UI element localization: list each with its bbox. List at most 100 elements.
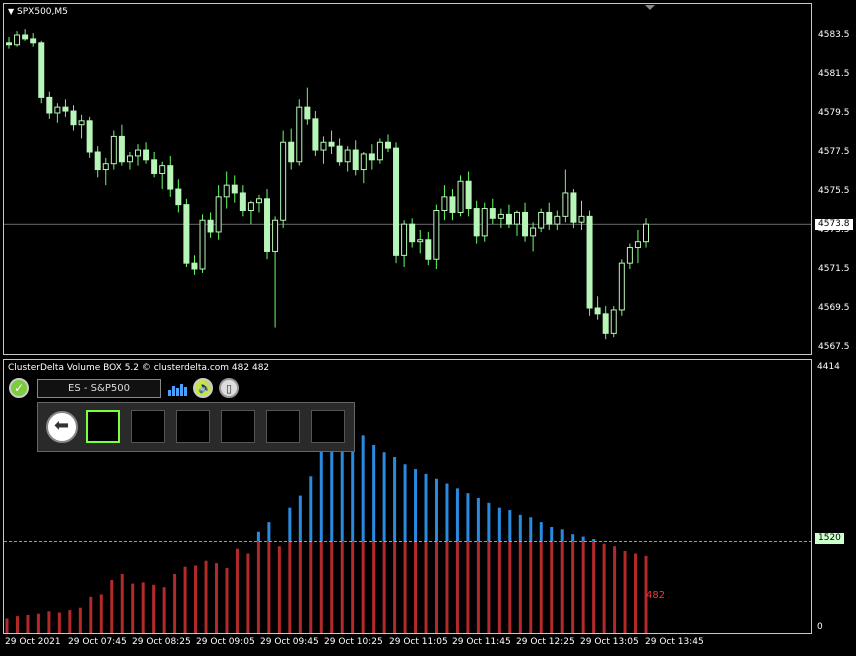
shift-marker-icon bbox=[645, 5, 655, 10]
candle-body bbox=[94, 151, 101, 171]
volume-excess-bar bbox=[424, 473, 428, 542]
volume-bar bbox=[204, 560, 208, 633]
volume-bar bbox=[99, 594, 103, 633]
volume-bar bbox=[560, 541, 564, 633]
price-label: 4581.5 bbox=[818, 69, 850, 79]
mode-cumulative-button[interactable] bbox=[266, 410, 300, 443]
enabled-check-button[interactable]: ✓ bbox=[9, 378, 29, 398]
candle-body bbox=[280, 141, 287, 221]
candle-body bbox=[586, 215, 593, 309]
candle-body bbox=[481, 208, 488, 237]
candle-body bbox=[409, 223, 416, 243]
candle-body bbox=[296, 106, 303, 163]
time-label: 29 Oct 11:45 bbox=[452, 637, 511, 647]
volume-excess-bar bbox=[550, 526, 554, 542]
mode-volume-button[interactable] bbox=[86, 410, 120, 443]
volume-bar bbox=[487, 541, 491, 633]
candle-body bbox=[449, 196, 456, 213]
speaker-icon: 🔊 bbox=[198, 381, 212, 394]
candle-body bbox=[159, 165, 166, 174]
candle-body bbox=[135, 149, 142, 157]
volume-bar bbox=[393, 541, 397, 633]
volume-chart-icon[interactable] bbox=[166, 380, 188, 398]
volume-excess-bar bbox=[539, 522, 543, 542]
volume-bar bbox=[613, 546, 617, 633]
candle-body bbox=[441, 196, 448, 212]
mode-curve-button[interactable] bbox=[221, 410, 255, 443]
candle-body bbox=[634, 241, 641, 249]
mode-positive-button[interactable] bbox=[311, 410, 345, 443]
dropdown-icon[interactable]: ▼ bbox=[8, 7, 14, 16]
volume-bar bbox=[152, 584, 156, 633]
candle-body bbox=[312, 118, 319, 151]
candle-body bbox=[264, 198, 271, 252]
candle-body bbox=[594, 307, 601, 315]
mode-bidask-button[interactable] bbox=[176, 410, 210, 443]
volume-excess-bar bbox=[382, 452, 386, 542]
symbol-box[interactable]: ES - S&P500 bbox=[37, 379, 161, 398]
volume-bar bbox=[256, 541, 260, 633]
candle-body bbox=[207, 219, 214, 233]
candle-body bbox=[513, 211, 520, 225]
volume-bar bbox=[581, 541, 585, 633]
chart-symbol-label[interactable]: ▼ SPX500,M5 bbox=[8, 7, 68, 17]
candle-body bbox=[110, 135, 117, 165]
volume-excess-bar bbox=[445, 483, 449, 542]
candle-body bbox=[46, 96, 53, 114]
time-label: 29 Oct 11:05 bbox=[389, 637, 448, 647]
volume-excess-bar bbox=[518, 514, 522, 542]
candle-body bbox=[554, 215, 561, 225]
candle-body bbox=[304, 106, 311, 120]
volume-bar bbox=[5, 618, 9, 633]
volume-bar bbox=[340, 541, 344, 633]
mode-delta-button[interactable] bbox=[131, 410, 165, 443]
volume-bar bbox=[215, 563, 219, 633]
volume-bar bbox=[414, 541, 418, 633]
candle-body bbox=[433, 210, 440, 260]
phone-button[interactable]: ▯ bbox=[219, 378, 239, 398]
candle-body bbox=[191, 262, 198, 270]
last-volume-label: 482 bbox=[646, 590, 666, 601]
price-label: 4579.5 bbox=[818, 108, 850, 118]
volume-bar bbox=[550, 541, 554, 633]
candle-body bbox=[626, 247, 633, 264]
indicator-scale-top: 4414 bbox=[817, 362, 840, 372]
candle-body bbox=[618, 262, 625, 311]
candle-body bbox=[30, 38, 37, 44]
time-label: 29 Oct 13:45 bbox=[645, 637, 704, 647]
volume-excess-bar bbox=[414, 469, 418, 542]
candle-body bbox=[70, 110, 77, 126]
back-button[interactable]: ⬅ bbox=[46, 411, 78, 443]
volume-bar bbox=[47, 611, 51, 633]
time-label: 29 Oct 09:05 bbox=[196, 637, 255, 647]
volume-excess-bar bbox=[508, 510, 512, 542]
volume-bar bbox=[330, 541, 334, 633]
candle-body bbox=[570, 192, 577, 223]
candle-body bbox=[578, 215, 585, 223]
candle-body bbox=[199, 219, 206, 270]
candle-body bbox=[247, 202, 254, 211]
candle-body bbox=[425, 239, 432, 260]
sound-button[interactable]: 🔊 bbox=[193, 378, 213, 398]
candle-body bbox=[610, 309, 617, 334]
candle-body bbox=[167, 165, 174, 190]
candle-body bbox=[417, 239, 424, 243]
candle-body bbox=[393, 147, 400, 256]
chart-canvas bbox=[4, 5, 811, 633]
candle-body bbox=[62, 106, 69, 112]
indicator-scale-bottom: 0 bbox=[817, 622, 823, 632]
candle-body bbox=[54, 106, 61, 114]
candle-body bbox=[255, 198, 262, 204]
volume-bar bbox=[508, 541, 512, 633]
volume-bar bbox=[194, 565, 198, 633]
candle-body bbox=[118, 135, 125, 163]
current-price-tag: 4573.8 bbox=[815, 219, 853, 230]
time-label: 29 Oct 07:45 bbox=[68, 637, 127, 647]
volume-bar bbox=[277, 546, 281, 633]
candle-body bbox=[231, 184, 238, 194]
candle-body bbox=[175, 188, 182, 206]
volume-excess-bar bbox=[393, 457, 397, 542]
candle-body bbox=[522, 211, 529, 237]
volume-bar bbox=[455, 541, 459, 633]
candle-body bbox=[86, 120, 93, 153]
